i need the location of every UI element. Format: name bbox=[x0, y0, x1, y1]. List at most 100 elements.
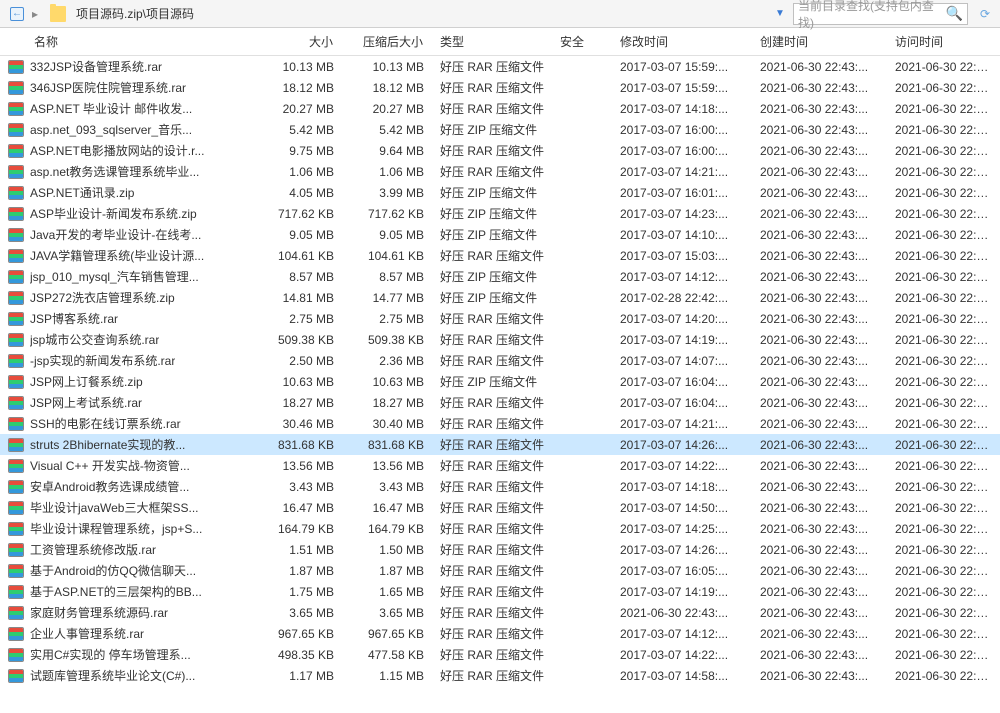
file-row[interactable]: 毕业设计课程管理系统，jsp+S...164.79 KB164.79 KB好压 … bbox=[0, 518, 1000, 539]
file-created-cell: 2021-06-30 22:43:... bbox=[752, 669, 887, 683]
file-row[interactable]: struts 2Bhibernate实现的教...831.68 KB831.68… bbox=[0, 434, 1000, 455]
column-header-safety[interactable]: 安全 bbox=[552, 28, 612, 55]
path-dropdown-icon[interactable]: ▼ bbox=[767, 8, 793, 19]
file-row[interactable]: 346JSP医院住院管理系统.rar18.12 MB18.12 MB好压 RAR… bbox=[0, 77, 1000, 98]
file-name-cell[interactable]: 企业人事管理系统.rar bbox=[0, 625, 260, 642]
file-row[interactable]: 基于ASP.NET的三层架构的BB...1.75 MB1.65 MB好压 RAR… bbox=[0, 581, 1000, 602]
nav-expand-icon[interactable]: ▸ bbox=[24, 3, 46, 25]
file-name-cell[interactable]: Java开发的考毕业设计-在线考... bbox=[0, 226, 260, 243]
search-icon[interactable]: 🔍 bbox=[946, 5, 963, 22]
file-row[interactable]: ASP毕业设计-新闻发布系统.zip717.62 KB717.62 KB好压 Z… bbox=[0, 203, 1000, 224]
file-name-cell[interactable]: 毕业设计javaWeb三大框架SS... bbox=[0, 499, 260, 516]
file-created-cell: 2021-06-30 22:43:... bbox=[752, 249, 887, 263]
archive-icon bbox=[8, 564, 24, 578]
file-created-cell: 2021-06-30 22:43:... bbox=[752, 648, 887, 662]
file-row[interactable]: -jsp实现的新闻发布系统.rar2.50 MB2.36 MB好压 RAR 压缩… bbox=[0, 350, 1000, 371]
file-size-cell: 509.38 KB bbox=[260, 333, 342, 347]
file-row[interactable]: 332JSP设备管理系统.rar10.13 MB10.13 MB好压 RAR 压… bbox=[0, 56, 1000, 77]
file-type-cell: 好压 ZIP 压缩文件 bbox=[432, 205, 552, 222]
file-created-cell: 2021-06-30 22:43:... bbox=[752, 207, 887, 221]
file-row[interactable]: jsp城市公交查询系统.rar509.38 KB509.38 KB好压 RAR … bbox=[0, 329, 1000, 350]
file-name-cell[interactable]: asp.net_093_sqlserver_音乐... bbox=[0, 121, 260, 138]
file-name-cell[interactable]: ASP.NET通讯录.zip bbox=[0, 184, 260, 201]
file-row[interactable]: JAVA学籍管理系统(毕业设计源...104.61 KB104.61 KB好压 … bbox=[0, 245, 1000, 266]
file-name-cell[interactable]: 346JSP医院住院管理系统.rar bbox=[0, 79, 260, 96]
column-header-accessed[interactable]: 访问时间 bbox=[887, 28, 1000, 55]
file-row[interactable]: JSP272洗衣店管理系统.zip14.81 MB14.77 MB好压 ZIP … bbox=[0, 287, 1000, 308]
file-created-cell: 2021-06-30 22:43:... bbox=[752, 417, 887, 431]
file-row[interactable]: 毕业设计javaWeb三大框架SS...16.47 MB16.47 MB好压 R… bbox=[0, 497, 1000, 518]
file-name-cell[interactable]: ASP毕业设计-新闻发布系统.zip bbox=[0, 205, 260, 222]
file-row[interactable]: JSP网上考试系统.rar18.27 MB18.27 MB好压 RAR 压缩文件… bbox=[0, 392, 1000, 413]
file-row[interactable]: JSP博客系统.rar2.75 MB2.75 MB好压 RAR 压缩文件2017… bbox=[0, 308, 1000, 329]
file-name-text: struts 2Bhibernate实现的教... bbox=[30, 436, 185, 453]
file-row[interactable]: 基于Android的仿QQ微信聊天...1.87 MB1.87 MB好压 RAR… bbox=[0, 560, 1000, 581]
file-row[interactable]: asp.net教务选课管理系统毕业...1.06 MB1.06 MB好压 RAR… bbox=[0, 161, 1000, 182]
file-created-cell: 2021-06-30 22:43:... bbox=[752, 543, 887, 557]
column-header-size[interactable]: 大小 bbox=[260, 28, 342, 55]
file-row[interactable]: 实用C#实现的 停车场管理系...498.35 KB477.58 KB好压 RA… bbox=[0, 644, 1000, 665]
file-size-cell: 9.05 MB bbox=[260, 228, 342, 242]
file-name-cell[interactable]: 332JSP设备管理系统.rar bbox=[0, 58, 260, 75]
file-name-cell[interactable]: 基于Android的仿QQ微信聊天... bbox=[0, 562, 260, 579]
file-name-text: ASP毕业设计-新闻发布系统.zip bbox=[30, 205, 197, 222]
file-row[interactable]: 安卓Android教务选课成绩管...3.43 MB3.43 MB好压 RAR … bbox=[0, 476, 1000, 497]
file-name-cell[interactable]: 实用C#实现的 停车场管理系... bbox=[0, 646, 260, 663]
file-modified-cell: 2017-03-07 15:59:... bbox=[612, 81, 752, 95]
file-accessed-cell: 2021-06-30 22:43:. bbox=[887, 228, 1000, 242]
breadcrumb-path[interactable]: 项目源码.zip\项目源码 bbox=[70, 5, 767, 22]
file-row[interactable]: SSH的电影在线订票系统.rar30.46 MB30.40 MB好压 RAR 压… bbox=[0, 413, 1000, 434]
file-name-cell[interactable]: JSP网上考试系统.rar bbox=[0, 394, 260, 411]
file-name-cell[interactable]: ASP.NET 毕业设计 邮件收发... bbox=[0, 100, 260, 117]
file-name-cell[interactable]: JSP博客系统.rar bbox=[0, 310, 260, 327]
file-row[interactable]: ASP.NET 毕业设计 邮件收发...20.27 MB20.27 MB好压 R… bbox=[0, 98, 1000, 119]
column-header-name[interactable]: 名称 bbox=[0, 28, 260, 55]
file-name-cell[interactable]: 工资管理系统修改版.rar bbox=[0, 541, 260, 558]
nav-back-button[interactable]: ← bbox=[10, 7, 24, 21]
refresh-icon[interactable]: ⟳ bbox=[974, 7, 996, 21]
file-name-cell[interactable]: JSP272洗衣店管理系统.zip bbox=[0, 289, 260, 306]
file-name-cell[interactable]: 家庭财务管理系统源码.rar bbox=[0, 604, 260, 621]
file-row[interactable]: 试题库管理系统毕业论文(C#)...1.17 MB1.15 MB好压 RAR 压… bbox=[0, 665, 1000, 686]
file-row[interactable]: asp.net_093_sqlserver_音乐...5.42 MB5.42 M… bbox=[0, 119, 1000, 140]
file-name-cell[interactable]: 毕业设计课程管理系统，jsp+S... bbox=[0, 520, 260, 537]
file-accessed-cell: 2021-06-30 22:43:. bbox=[887, 606, 1000, 620]
file-row[interactable]: Visual C++ 开发实战-物资管...13.56 MB13.56 MB好压… bbox=[0, 455, 1000, 476]
file-compressed-size-cell: 20.27 MB bbox=[342, 102, 432, 116]
column-header-modified[interactable]: 修改时间 bbox=[612, 28, 752, 55]
column-header-created[interactable]: 创建时间 bbox=[752, 28, 887, 55]
file-row[interactable]: ASP.NET电影播放网站的设计.r...9.75 MB9.64 MB好压 RA… bbox=[0, 140, 1000, 161]
file-name-cell[interactable]: -jsp实现的新闻发布系统.rar bbox=[0, 352, 260, 369]
file-row[interactable]: 家庭财务管理系统源码.rar3.65 MB3.65 MB好压 RAR 压缩文件2… bbox=[0, 602, 1000, 623]
file-name-cell[interactable]: struts 2Bhibernate实现的教... bbox=[0, 436, 260, 453]
file-name-cell[interactable]: 试题库管理系统毕业论文(C#)... bbox=[0, 667, 260, 684]
file-row[interactable]: JSP网上订餐系统.zip10.63 MB10.63 MB好压 ZIP 压缩文件… bbox=[0, 371, 1000, 392]
file-size-cell: 5.42 MB bbox=[260, 123, 342, 137]
file-name-cell[interactable]: 安卓Android教务选课成绩管... bbox=[0, 478, 260, 495]
file-name-cell[interactable]: jsp城市公交查询系统.rar bbox=[0, 331, 260, 348]
file-name-cell[interactable]: JSP网上订餐系统.zip bbox=[0, 373, 260, 390]
file-modified-cell: 2017-03-07 14:26:... bbox=[612, 543, 752, 557]
file-row[interactable]: 企业人事管理系统.rar967.65 KB967.65 KB好压 RAR 压缩文… bbox=[0, 623, 1000, 644]
file-row[interactable]: Java开发的考毕业设计-在线考...9.05 MB9.05 MB好压 ZIP … bbox=[0, 224, 1000, 245]
file-row[interactable]: 工资管理系统修改版.rar1.51 MB1.50 MB好压 RAR 压缩文件20… bbox=[0, 539, 1000, 560]
file-row[interactable]: ASP.NET通讯录.zip4.05 MB3.99 MB好压 ZIP 压缩文件2… bbox=[0, 182, 1000, 203]
file-name-cell[interactable]: Visual C++ 开发实战-物资管... bbox=[0, 457, 260, 474]
column-header-type[interactable]: 类型 bbox=[432, 28, 552, 55]
file-name-cell[interactable]: asp.net教务选课管理系统毕业... bbox=[0, 163, 260, 180]
search-box[interactable]: 当前目录查找(支持包内查找) 🔍 bbox=[793, 3, 968, 25]
column-header-compressed[interactable]: 压缩后大小 bbox=[342, 28, 432, 55]
file-name-cell[interactable]: JAVA学籍管理系统(毕业设计源... bbox=[0, 247, 260, 264]
file-compressed-size-cell: 10.13 MB bbox=[342, 60, 432, 74]
file-name-cell[interactable]: SSH的电影在线订票系统.rar bbox=[0, 415, 260, 432]
file-name-text: ASP.NET 毕业设计 邮件收发... bbox=[30, 100, 192, 117]
file-row[interactable]: jsp_010_mysql_汽车销售管理...8.57 MB8.57 MB好压 … bbox=[0, 266, 1000, 287]
file-accessed-cell: 2021-06-30 22:43:. bbox=[887, 186, 1000, 200]
file-name-cell[interactable]: ASP.NET电影播放网站的设计.r... bbox=[0, 142, 260, 159]
file-compressed-size-cell: 717.62 KB bbox=[342, 207, 432, 221]
file-name-cell[interactable]: jsp_010_mysql_汽车销售管理... bbox=[0, 268, 260, 285]
file-created-cell: 2021-06-30 22:43:... bbox=[752, 186, 887, 200]
file-accessed-cell: 2021-06-30 22:43:. bbox=[887, 543, 1000, 557]
file-name-cell[interactable]: 基于ASP.NET的三层架构的BB... bbox=[0, 583, 260, 600]
file-created-cell: 2021-06-30 22:43:... bbox=[752, 102, 887, 116]
